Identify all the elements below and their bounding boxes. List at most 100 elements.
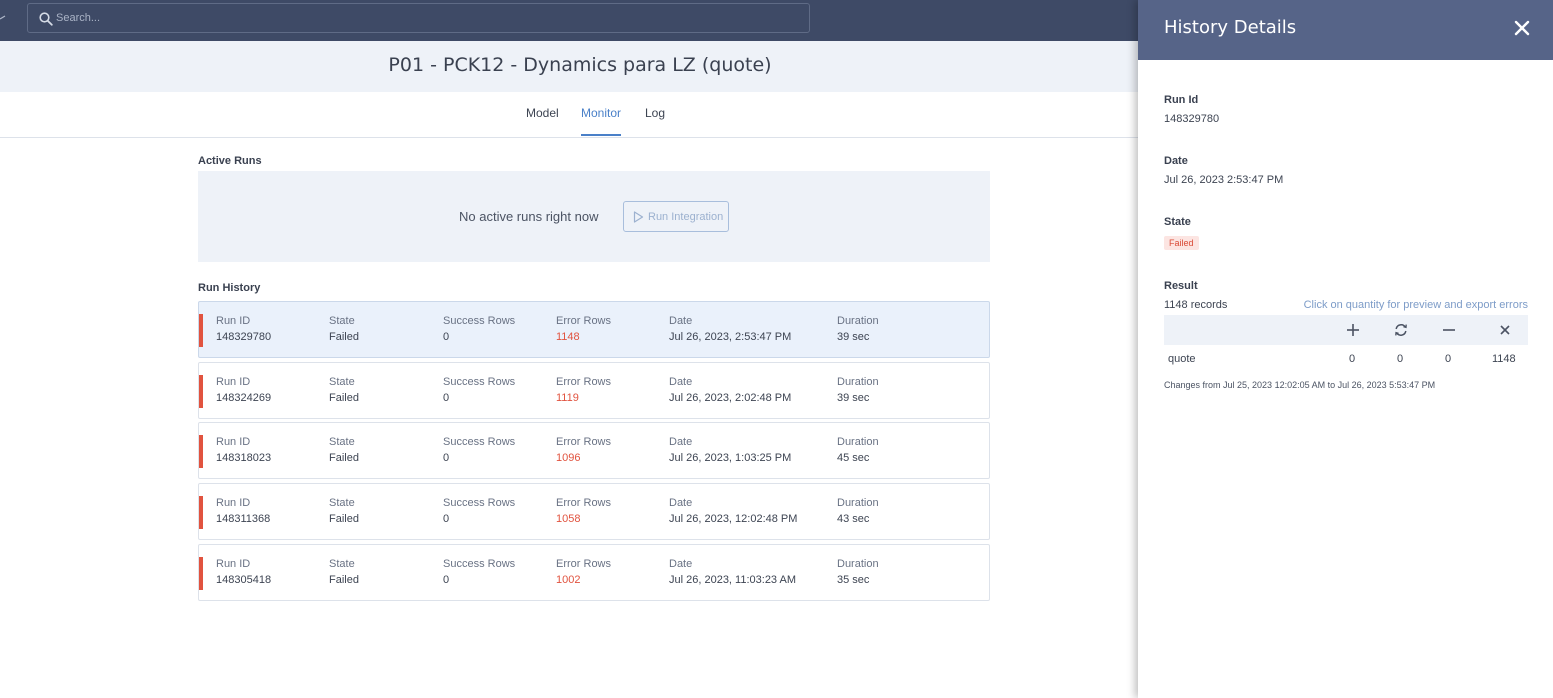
error-rows-value[interactable]: 1119	[556, 392, 611, 404]
run-integration-button[interactable]: Run Integration	[623, 201, 729, 232]
minus-icon	[1443, 329, 1455, 331]
history-details-panel: History Details Run Id 148329780 Date Ju…	[1138, 0, 1553, 698]
failed-indicator	[199, 314, 203, 347]
success-rows-value: 0	[443, 574, 450, 586]
duration-label: Duration	[837, 315, 879, 327]
panel-header: History Details	[1138, 0, 1553, 60]
run-id-label: Run ID	[216, 497, 251, 509]
title-band: P01 - PCK12 - Dynamics para LZ (quote)	[0, 41, 1140, 92]
history-row[interactable]: Run ID 148305418 State Failed Success Rows…	[198, 544, 990, 601]
error-rows-value[interactable]: 1096	[556, 452, 611, 464]
duration-value: 39 sec	[837, 331, 870, 343]
error-rows-value[interactable]: 1058	[556, 513, 611, 525]
date-value: Jul 26, 2023, 2:02:48 PM	[669, 392, 792, 404]
duration-label: Duration	[837, 376, 879, 388]
success-rows-value: 0	[443, 452, 450, 464]
state-label: State	[329, 558, 355, 570]
run-id-value: 148311368	[216, 513, 271, 525]
deleted-count[interactable]: 0	[1445, 353, 1451, 365]
date-label: Date	[669, 315, 693, 327]
error-rows-label: Error Rows	[556, 376, 612, 388]
search-box[interactable]	[27, 3, 810, 33]
records-count: 1148 records	[1164, 299, 1228, 311]
caret-left-icon[interactable]	[0, 14, 6, 24]
duration-value: 43 sec	[837, 513, 870, 525]
panel-title: History Details	[1164, 17, 1297, 38]
duration-label: Duration	[837, 436, 879, 448]
state-label: State	[1164, 216, 1191, 228]
changes-range: Changes from Jul 25, 2023 12:02:05 AM to…	[1164, 380, 1436, 390]
run-id-value: 148318023	[216, 452, 272, 464]
error-rows-value[interactable]: 1148	[556, 331, 611, 343]
success-rows-value: 0	[443, 513, 450, 525]
history-row[interactable]: Run ID 148329780 State Failed Success Rows…	[198, 301, 990, 358]
state-label: State	[329, 436, 355, 448]
date-value: Jul 26, 2023, 1:03:25 PM	[669, 452, 792, 464]
run-id-value: 148329780	[216, 331, 272, 343]
active-runs-box: No active runs right now Run Integration	[198, 171, 990, 262]
state-value: Failed	[329, 452, 359, 464]
duration-label: Duration	[837, 497, 879, 509]
search-icon	[39, 12, 53, 26]
run-integration-label: Run Integration	[648, 210, 724, 223]
success-rows-value: 0	[443, 392, 450, 404]
run-id-value: 148324269	[216, 392, 272, 404]
date-label: Date	[669, 558, 693, 570]
failed-indicator	[199, 375, 203, 408]
error-rows-label: Error Rows	[556, 497, 612, 509]
run-history-heading: Run History	[198, 282, 261, 294]
failed-count[interactable]: 1148	[1492, 353, 1516, 365]
date-label: Date	[669, 436, 693, 448]
tab-bar: Model Monitor Log	[0, 92, 1140, 138]
date-value: Jul 26, 2023 2:53:47 PM	[1164, 174, 1284, 186]
state-label: State	[329, 497, 355, 509]
date-label: Date	[1164, 155, 1188, 167]
result-row: quote 0 0 0 1148	[1164, 353, 1528, 369]
preview-hint-link[interactable]: Click on quantity for preview and export…	[1304, 299, 1528, 311]
inserted-count[interactable]: 0	[1349, 353, 1355, 365]
error-rows-label: Error Rows	[556, 558, 612, 570]
state-value: Failed	[329, 574, 359, 586]
duration-value: 35 sec	[837, 574, 870, 586]
tab-monitor[interactable]: Monitor	[581, 106, 622, 136]
history-row[interactable]: Run ID 148324269 State Failed Success Rows…	[198, 362, 990, 419]
date-label: Date	[669, 376, 693, 388]
run-id-label: Run ID	[216, 558, 251, 570]
state-value: Failed	[329, 392, 359, 404]
error-rows-label: Error Rows	[556, 315, 612, 327]
status-badge: Failed	[1164, 236, 1199, 250]
state-label: State	[329, 376, 355, 388]
result-header	[1164, 315, 1528, 345]
plus-icon	[1347, 324, 1359, 336]
history-row[interactable]: Run ID 148311368 State Failed Success Rows…	[198, 483, 990, 540]
date-value: Jul 26, 2023, 11:03:23 AM	[669, 574, 796, 586]
x-icon	[1500, 325, 1510, 335]
tab-log[interactable]: Log	[645, 106, 665, 134]
search-input[interactable]	[56, 8, 796, 28]
failed-indicator	[199, 557, 203, 590]
error-rows-value[interactable]: 1002	[556, 574, 611, 586]
close-icon[interactable]	[1512, 18, 1532, 38]
run-id-label: Run Id	[1164, 94, 1199, 106]
run-id-value: 148305418	[216, 574, 272, 586]
duration-label: Duration	[837, 558, 879, 570]
success-rows-label: Success Rows	[443, 315, 516, 327]
date-value: Jul 26, 2023, 2:53:47 PM	[669, 331, 792, 343]
history-row[interactable]: Run ID 148318023 State Failed Success Rows…	[198, 422, 990, 479]
run-id-value: 148329780	[1164, 113, 1220, 125]
failed-indicator	[199, 435, 203, 468]
active-runs-heading: Active Runs	[198, 155, 262, 167]
failed-indicator	[199, 496, 203, 529]
updated-count[interactable]: 0	[1397, 353, 1403, 365]
success-rows-label: Success Rows	[443, 376, 516, 388]
success-rows-label: Success Rows	[443, 497, 516, 509]
play-icon	[633, 211, 644, 223]
no-active-runs-text: No active runs right now	[459, 209, 599, 224]
state-value: Failed	[329, 513, 359, 525]
run-id-label: Run ID	[216, 436, 251, 448]
success-rows-value: 0	[443, 331, 450, 343]
success-rows-label: Success Rows	[443, 436, 516, 448]
duration-value: 45 sec	[837, 452, 870, 464]
tab-model[interactable]: Model	[526, 106, 559, 134]
run-id-label: Run ID	[216, 376, 251, 388]
